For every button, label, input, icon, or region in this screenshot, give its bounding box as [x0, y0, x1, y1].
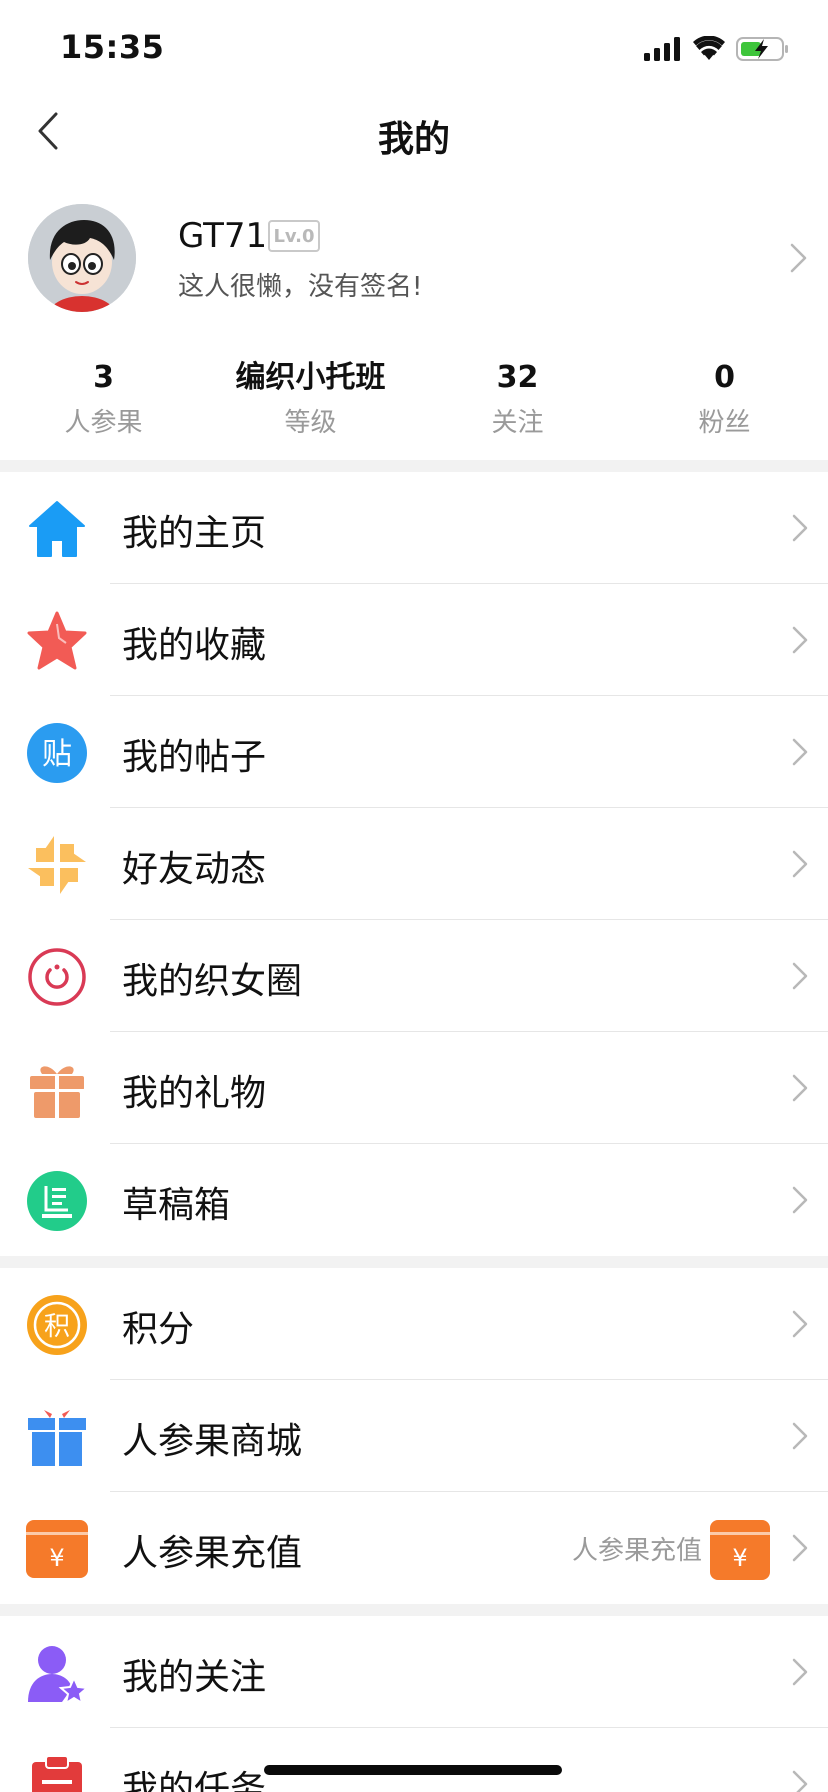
menu-label: 人参果商城 — [122, 1421, 303, 1462]
menu-item-my-follows[interactable]: 我的关注 — [0, 1616, 828, 1728]
stat-label: 关注 — [491, 408, 544, 438]
post-icon: 贴 — [26, 722, 88, 784]
chevron-right-icon — [788, 1306, 812, 1342]
menu-item-drafts[interactable]: 草稿箱 — [0, 1144, 828, 1256]
menu-item-my-tasks[interactable]: 我的任务 — [0, 1728, 828, 1792]
stat-fans[interactable]: 0 粉丝 — [621, 358, 828, 448]
svg-text:¥: ¥ — [49, 1544, 64, 1572]
chevron-right-icon — [788, 1182, 812, 1218]
profile-header[interactable]: GT71 Lv.0 这人很懒，没有签名! — [0, 196, 828, 320]
stat-value: 32 — [496, 360, 539, 395]
pinwheel-icon — [26, 834, 88, 896]
section-gap — [0, 1604, 828, 1616]
stat-value: 编织小托班 — [235, 360, 386, 395]
menu-item-friend-updates[interactable]: 好友动态 — [0, 808, 828, 920]
stat-value: 3 — [93, 360, 114, 395]
circle-icon — [26, 946, 88, 1008]
menu-item-my-gifts[interactable]: 我的礼物 — [0, 1032, 828, 1144]
menu-item-my-posts[interactable]: 贴 我的帖子 — [0, 696, 828, 808]
menu-label: 草稿箱 — [122, 1185, 231, 1226]
signal-icon — [644, 37, 680, 61]
svg-text:¥: ¥ — [732, 1544, 747, 1572]
section-gap — [0, 460, 828, 472]
star-icon — [26, 610, 88, 672]
signature: 这人很懒，没有签名! — [178, 272, 423, 302]
stat-level[interactable]: 编织小托班 等级 — [207, 358, 414, 448]
points-icon: 积 — [26, 1294, 88, 1356]
menu-item-fruit-recharge[interactable]: ¥ 人参果充值 人参果充值 ¥ — [0, 1492, 828, 1604]
chevron-right-icon — [788, 1530, 812, 1566]
wifi-icon — [693, 36, 725, 60]
chevron-right-icon — [788, 1654, 812, 1690]
svg-text:贴: 贴 — [42, 737, 72, 772]
stat-fruit[interactable]: 3 人参果 — [0, 358, 207, 448]
status-icons — [644, 34, 790, 64]
gift-icon — [26, 1058, 88, 1120]
page-title: 我的 — [377, 119, 450, 160]
menu-item-fruit-shop[interactable]: 人参果商城 — [0, 1380, 828, 1492]
level-badge: Lv.0 — [268, 220, 320, 252]
stat-value: 0 — [714, 360, 735, 395]
menu-label: 积分 — [122, 1309, 195, 1350]
recharge-hint: 人参果充值 — [571, 1536, 702, 1566]
chevron-right-icon — [784, 240, 812, 276]
menu-label: 我的关注 — [122, 1657, 267, 1698]
svg-text:积: 积 — [44, 1312, 70, 1342]
recharge-icon: ¥ — [26, 1518, 88, 1580]
stats-row: 3 人参果 编织小托班 等级 32 关注 0 粉丝 — [0, 358, 828, 448]
menu-item-my-favorites[interactable]: 我的收藏 — [0, 584, 828, 696]
menu-label: 我的任务 — [122, 1769, 267, 1792]
menu-label: 人参果充值 — [122, 1533, 303, 1574]
menu-label: 我的织女圈 — [122, 961, 303, 1002]
stat-label: 等级 — [284, 408, 337, 438]
menu-label: 我的收藏 — [122, 625, 267, 666]
username: GT71 — [178, 216, 268, 256]
follow-user-icon — [26, 1642, 90, 1706]
section-gap — [0, 1256, 828, 1268]
menu-label: 我的主页 — [122, 513, 267, 554]
menu-label: 我的帖子 — [122, 737, 267, 778]
menu-label: 我的礼物 — [122, 1073, 267, 1114]
chevron-right-icon — [788, 958, 812, 994]
recharge-badge-icon: ¥ — [710, 1520, 770, 1580]
menu-item-points[interactable]: 积 积分 — [0, 1268, 828, 1380]
chevron-right-icon — [788, 1766, 812, 1792]
avatar-cartoon-icon — [28, 204, 136, 312]
status-time: 15:35 — [60, 28, 165, 66]
status-bar: 15:35 — [0, 0, 828, 96]
menu-item-my-homepage[interactable]: 我的主页 — [0, 472, 828, 584]
menu-item-weaver-circle[interactable]: 我的织女圈 — [0, 920, 828, 1032]
chevron-right-icon — [788, 1418, 812, 1454]
battery-charging-icon — [736, 37, 788, 61]
chevron-right-icon — [788, 846, 812, 882]
avatar[interactable] — [28, 204, 136, 312]
chevron-right-icon — [788, 622, 812, 658]
chevron-right-icon — [788, 734, 812, 770]
chevron-right-icon — [788, 510, 812, 546]
shop-gift-icon — [26, 1406, 88, 1468]
menu-label: 好友动态 — [122, 849, 267, 890]
stat-label: 人参果 — [64, 408, 143, 438]
stat-label: 粉丝 — [698, 408, 751, 438]
chevron-right-icon — [788, 1070, 812, 1106]
task-clipboard-icon — [26, 1754, 88, 1792]
stat-following[interactable]: 32 关注 — [414, 358, 621, 448]
home-indicator — [264, 1765, 562, 1775]
home-icon — [26, 498, 88, 560]
nav-bar: 我的 — [0, 96, 828, 168]
draft-box-icon — [26, 1170, 88, 1232]
